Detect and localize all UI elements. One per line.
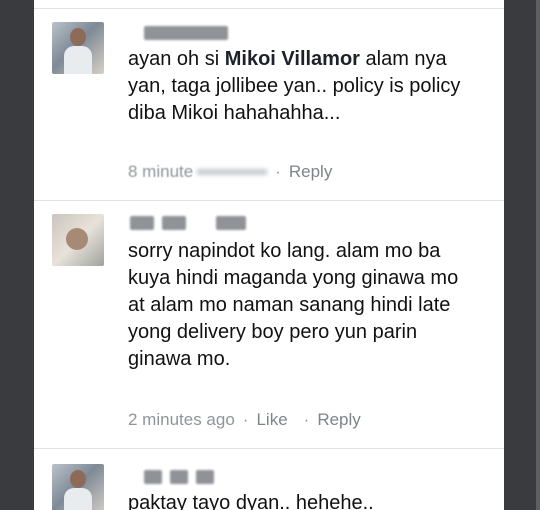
scrollbar[interactable]: [536, 0, 540, 510]
comment-text: ayan oh si Mikoi Villamor alam nya yan, …: [128, 48, 461, 124]
comment-text: sorry napindot ko lang. alam mo ba kuya …: [128, 240, 459, 370]
comments-panel: ayan oh si Mikoi Villamor alam nya yan, …: [34, 0, 504, 510]
timestamp[interactable]: 8 minute: [128, 162, 193, 182]
comment-divider: [34, 448, 504, 449]
separator-dot: ·: [303, 410, 310, 429]
avatar[interactable]: [52, 464, 104, 510]
commenter-name-redacted: [144, 470, 214, 484]
commenter-name-redacted: [130, 216, 246, 230]
avatar[interactable]: [52, 214, 104, 266]
reply-button[interactable]: Reply: [317, 410, 360, 430]
commenter-name-redacted: [144, 26, 228, 40]
avatar[interactable]: [52, 22, 104, 74]
comment-meta: 2 minutes ago · Like · Reply: [128, 410, 361, 430]
comment-divider: [34, 200, 504, 201]
mention-link[interactable]: Mikoi Villamor: [225, 48, 360, 70]
comment-meta: 8 minute · Reply: [128, 162, 332, 182]
top-divider: [34, 8, 504, 9]
comment-3: paktay tayo dyan.. hehehe..: [52, 460, 492, 510]
separator-dot: ·: [275, 162, 281, 181]
like-button[interactable]: Like: [256, 410, 287, 430]
reply-button[interactable]: Reply: [289, 162, 332, 182]
comment-1: ayan oh si Mikoi Villamor alam nya yan, …: [52, 20, 492, 190]
separator-dot: ·: [242, 410, 249, 429]
timestamp[interactable]: 2 minutes ago: [128, 410, 235, 430]
comment-2: sorry napindot ko lang. alam mo ba kuya …: [52, 212, 492, 442]
comment-text: paktay tayo dyan.. hehehe..: [128, 492, 374, 510]
